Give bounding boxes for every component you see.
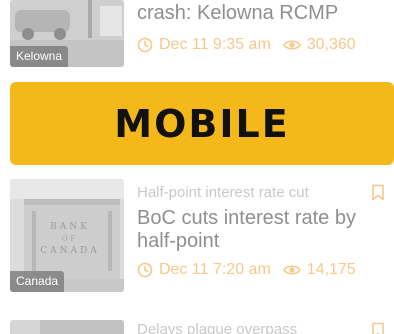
clock-icon [137,262,153,278]
svg-text:BANK: BANK [50,222,90,232]
bookmark-icon[interactable] [371,184,385,201]
article-thumbnail[interactable]: BANK OF CANADA Canada [10,179,124,292]
promo-label: MOBILE [114,101,290,146]
clock-icon [137,37,153,53]
article-headline[interactable]: BoC cuts interest rate by half-point [137,207,385,253]
article-meta: Dec 11 7:20 am 14,175 [137,261,356,279]
article-kicker: Half-point interest rate cut [137,184,309,201]
mobile-promo-banner[interactable]: MOBILE [10,82,394,165]
eye-icon [282,265,301,275]
thumbnail-image [10,320,124,334]
article-date: Dec 11 7:20 am [159,261,271,278]
article-meta: Dec 11 9:35 am 30,360 [137,36,356,54]
svg-text:CANADA: CANADA [40,246,99,256]
article-thumbnail[interactable]: Kelowna [10,0,124,67]
svg-text:OF: OF [62,235,79,243]
article-views: 14,175 [306,261,356,278]
eye-icon [282,40,301,50]
article-views: 30,360 [306,36,356,53]
region-badge: Canada [10,271,65,292]
article-headline[interactable]: crash: Kelowna RCMP [137,3,385,23]
article-kicker: Delays plague overpass [137,321,298,334]
bookmark-icon[interactable] [371,322,385,334]
article-date: Dec 11 9:35 am [159,36,271,53]
article-thumbnail[interactable] [10,320,124,334]
region-badge: Kelowna [10,46,69,67]
